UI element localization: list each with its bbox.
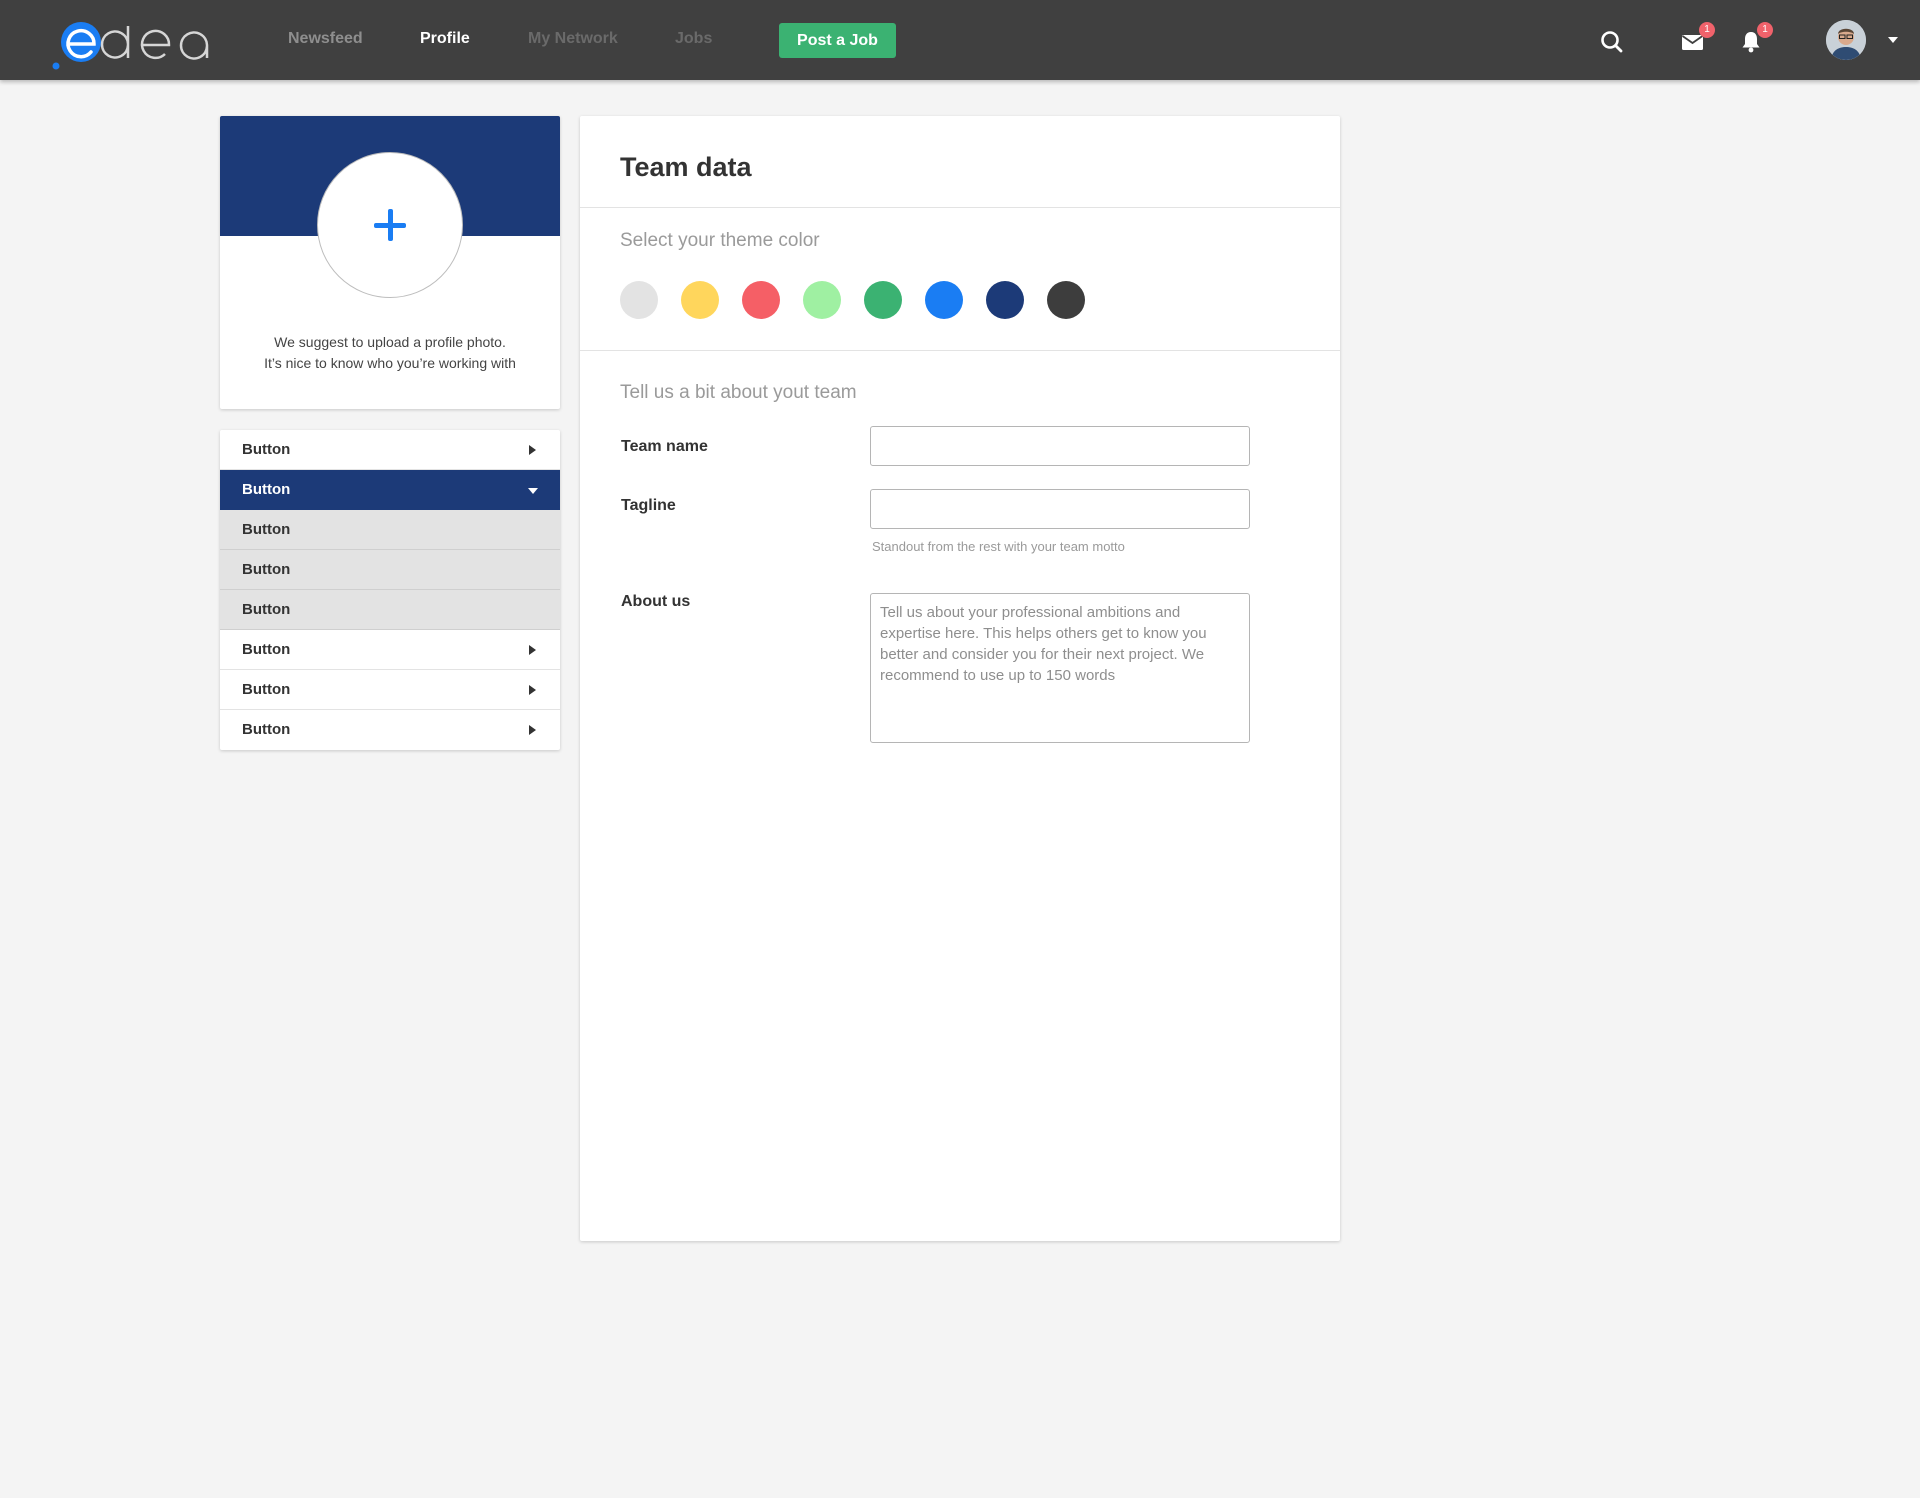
menu-item-2-expanded[interactable]: Button — [220, 470, 560, 510]
nav-newsfeed[interactable]: Newsfeed — [288, 30, 363, 48]
caret-right-icon — [529, 685, 536, 695]
caret-right-icon — [529, 445, 536, 455]
notifications-badge: 1 — [1757, 22, 1773, 38]
theme-swatch-navy[interactable] — [986, 281, 1024, 319]
mail-icon[interactable]: 1 — [1679, 22, 1715, 56]
theme-color-label: Select your theme color — [620, 230, 820, 251]
top-navigation-bar: Newsfeed Profile My Network Jobs Post a … — [0, 0, 1920, 80]
nav-jobs[interactable]: Jobs — [675, 30, 712, 48]
submenu-item-3[interactable]: Button — [220, 590, 560, 630]
nav-my-network[interactable]: My Network — [528, 30, 618, 48]
caret-down-icon — [528, 488, 538, 494]
tagline-label: Tagline — [621, 497, 676, 514]
divider — [580, 207, 1340, 208]
mail-badge: 1 — [1699, 22, 1715, 38]
theme-swatch-dark-gray[interactable] — [1047, 281, 1085, 319]
menu-item-1[interactable]: Button — [220, 430, 560, 470]
nav-profile[interactable]: Profile — [420, 30, 470, 48]
about-us-textarea[interactable] — [870, 593, 1250, 743]
team-name-label: Team name — [621, 438, 708, 455]
theme-swatch-blue[interactable] — [925, 281, 963, 319]
about-team-section-label: Tell us a bit about yout team — [620, 382, 857, 403]
menu-item-4[interactable]: Button — [220, 670, 560, 710]
bell-icon[interactable]: 1 — [1737, 22, 1773, 56]
edea-logo[interactable] — [52, 10, 222, 72]
user-avatar[interactable] — [1826, 20, 1866, 60]
submenu-item-1[interactable]: Button — [220, 510, 560, 550]
search-icon[interactable] — [1598, 28, 1626, 56]
upload-photo-suggestion: We suggest to upload a profile photo. It… — [264, 334, 516, 371]
submenu-item-2[interactable]: Button — [220, 550, 560, 590]
theme-swatch-light-gray[interactable] — [620, 281, 658, 319]
side-menu: Button Button Button Button Button Butto… — [220, 430, 560, 750]
about-us-label: About us — [621, 593, 691, 610]
account-menu-caret-icon[interactable] — [1888, 37, 1898, 43]
tagline-hint: Standout from the rest with your team mo… — [872, 539, 1125, 554]
caret-right-icon — [529, 725, 536, 735]
post-a-job-button[interactable]: Post a Job — [779, 23, 896, 58]
profile-photo-card: We suggest to upload a profile photo. It… — [220, 116, 560, 409]
menu-item-3[interactable]: Button — [220, 630, 560, 670]
menu-item-5[interactable]: Button — [220, 710, 560, 750]
theme-swatch-light-green[interactable] — [803, 281, 841, 319]
theme-swatch-green[interactable] — [864, 281, 902, 319]
tagline-input[interactable] — [870, 489, 1250, 529]
team-data-panel: Team data Select your theme color Tell u… — [580, 116, 1340, 1241]
theme-swatch-red[interactable] — [742, 281, 780, 319]
team-name-input[interactable] — [870, 426, 1250, 466]
divider — [580, 350, 1340, 351]
upload-photo-button[interactable] — [317, 152, 463, 298]
page-title: Team data — [620, 152, 752, 182]
theme-swatch-yellow[interactable] — [681, 281, 719, 319]
caret-right-icon — [529, 645, 536, 655]
